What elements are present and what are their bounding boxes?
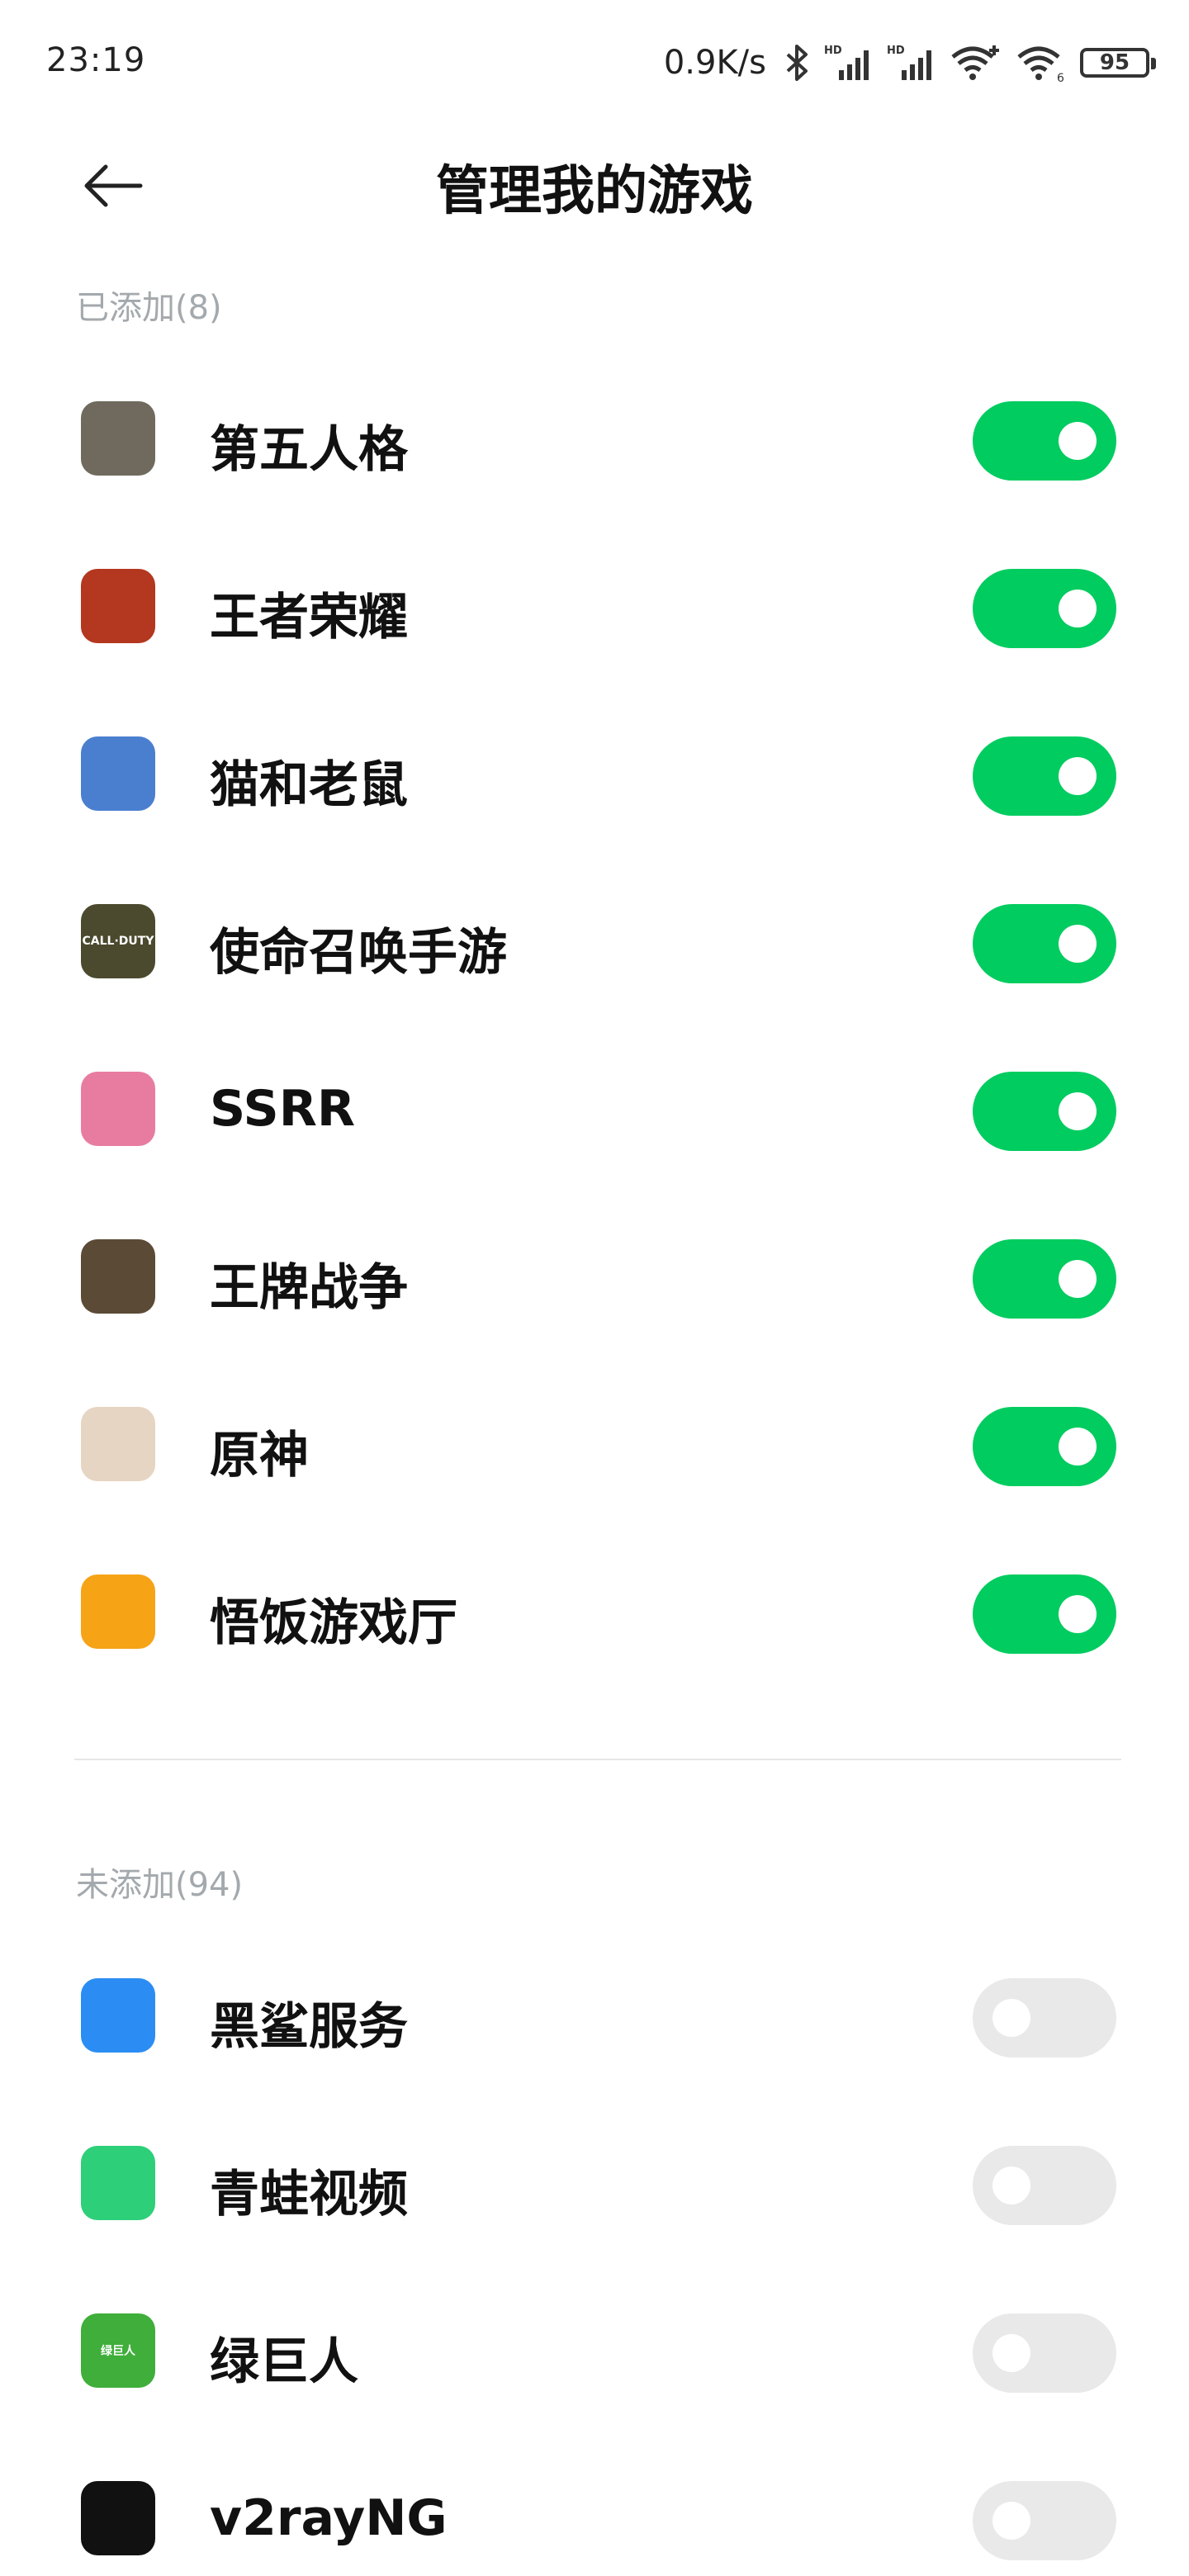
- status-icons: 0.9K/s HD HD 6 95: [663, 38, 1156, 88]
- app-icon: [81, 1407, 155, 1481]
- battery-icon: 95: [1080, 48, 1156, 78]
- not-added-games-list: 黑鲨服务青蛙视频绿巨人 绿巨人 v2rayNG: [0, 1932, 1189, 2576]
- toggle-switch[interactable]: [973, 1978, 1116, 2057]
- app-icon: [81, 1072, 155, 1146]
- toggle-knob: [992, 2502, 1030, 2540]
- app-name: 悟饭游戏厅: [210, 1594, 457, 1652]
- toggle-knob: [992, 1999, 1030, 2037]
- app-name: SSRR: [210, 1080, 356, 1138]
- app-name: 第五人格: [210, 421, 408, 479]
- toggle-knob: [1059, 1092, 1097, 1130]
- toggle-switch[interactable]: [973, 569, 1116, 648]
- wifi-plus-icon: [950, 40, 1004, 86]
- list-item[interactable]: 猫和老鼠: [0, 690, 1189, 858]
- app-icon: [81, 1574, 155, 1649]
- toggle-switch[interactable]: [973, 1239, 1116, 1319]
- status-time: 23:19: [46, 41, 146, 79]
- toggle-switch[interactable]: [973, 904, 1116, 983]
- signal-hd-icon: HD: [887, 40, 938, 86]
- divider: [74, 1759, 1121, 1760]
- app-name: v2rayNG: [210, 2489, 448, 2547]
- app-icon: 绿巨人: [81, 2313, 155, 2388]
- toggle-knob: [992, 2334, 1030, 2372]
- toggle-switch[interactable]: [973, 1407, 1116, 1486]
- app-name: 黑鲨服务: [210, 1998, 408, 2056]
- app-icon: [81, 1978, 155, 2053]
- added-games-list: 第五人格王者荣耀猫和老鼠 CALL·DUTY 使命召唤手游 SSRR 王牌战争原神悟饭游…: [0, 355, 1189, 1696]
- battery-level: 95: [1099, 50, 1130, 75]
- toggle-switch[interactable]: [973, 2313, 1116, 2393]
- network-speed: 0.9K/s: [663, 44, 766, 82]
- header: 管理我的游戏: [0, 124, 1189, 248]
- toggle-knob: [1059, 1428, 1097, 1466]
- svg-text:6: 6: [1057, 72, 1064, 83]
- list-item[interactable]: 第五人格: [0, 355, 1189, 523]
- app-icon: [81, 2481, 155, 2555]
- app-name: 使命召唤手游: [210, 924, 507, 982]
- svg-text:HD: HD: [887, 45, 905, 57]
- list-item[interactable]: 绿巨人 绿巨人: [0, 2267, 1189, 2435]
- toggle-knob: [1059, 590, 1097, 627]
- list-item[interactable]: 悟饭游戏厅: [0, 1528, 1189, 1696]
- list-item[interactable]: CALL·DUTY 使命召唤手游: [0, 858, 1189, 1025]
- bluetooth-icon: [783, 40, 812, 86]
- app-name: 青蛙视频: [210, 2166, 408, 2223]
- status-bar: 23:19 0.9K/s HD HD 6 95: [0, 0, 1189, 124]
- toggle-knob: [1059, 1260, 1097, 1298]
- list-item[interactable]: 青蛙视频: [0, 2100, 1189, 2267]
- toggle-knob: [1059, 422, 1097, 460]
- wifi-icon: 6: [1016, 40, 1068, 86]
- app-icon: [81, 1239, 155, 1314]
- toggle-knob: [1059, 757, 1097, 795]
- list-item[interactable]: SSRR: [0, 1025, 1189, 1193]
- app-name: 王者荣耀: [210, 589, 408, 646]
- toggle-knob: [1059, 925, 1097, 963]
- app-name: 猫和老鼠: [210, 756, 408, 814]
- toggle-switch[interactable]: [973, 736, 1116, 816]
- app-icon: [81, 2146, 155, 2220]
- app-icon: [81, 401, 155, 476]
- list-item[interactable]: v2rayNG: [0, 2435, 1189, 2576]
- app-icon: CALL·DUTY: [81, 904, 155, 978]
- app-icon: [81, 569, 155, 643]
- toggle-switch[interactable]: [973, 2146, 1116, 2225]
- section-label-added: 已添加(8): [76, 289, 222, 327]
- toggle-switch[interactable]: [973, 401, 1116, 481]
- app-name: 绿巨人: [210, 2333, 358, 2391]
- svg-text:HD: HD: [824, 45, 842, 57]
- app-name: 王牌战争: [210, 1259, 408, 1317]
- toggle-knob: [1059, 1595, 1097, 1633]
- section-label-not-added: 未添加(94): [76, 1866, 244, 1904]
- page-title: 管理我的游戏: [436, 161, 753, 222]
- list-item[interactable]: 王者荣耀: [0, 523, 1189, 690]
- app-icon: [81, 736, 155, 811]
- toggle-switch[interactable]: [973, 1574, 1116, 1654]
- list-item[interactable]: 黑鲨服务: [0, 1932, 1189, 2100]
- app-name: 原神: [210, 1427, 309, 1485]
- toggle-switch[interactable]: [973, 2481, 1116, 2560]
- signal-hd-icon: HD: [824, 40, 875, 86]
- list-item[interactable]: 王牌战争: [0, 1193, 1189, 1361]
- list-item[interactable]: 原神: [0, 1361, 1189, 1528]
- toggle-knob: [992, 2166, 1030, 2204]
- toggle-switch[interactable]: [973, 1072, 1116, 1151]
